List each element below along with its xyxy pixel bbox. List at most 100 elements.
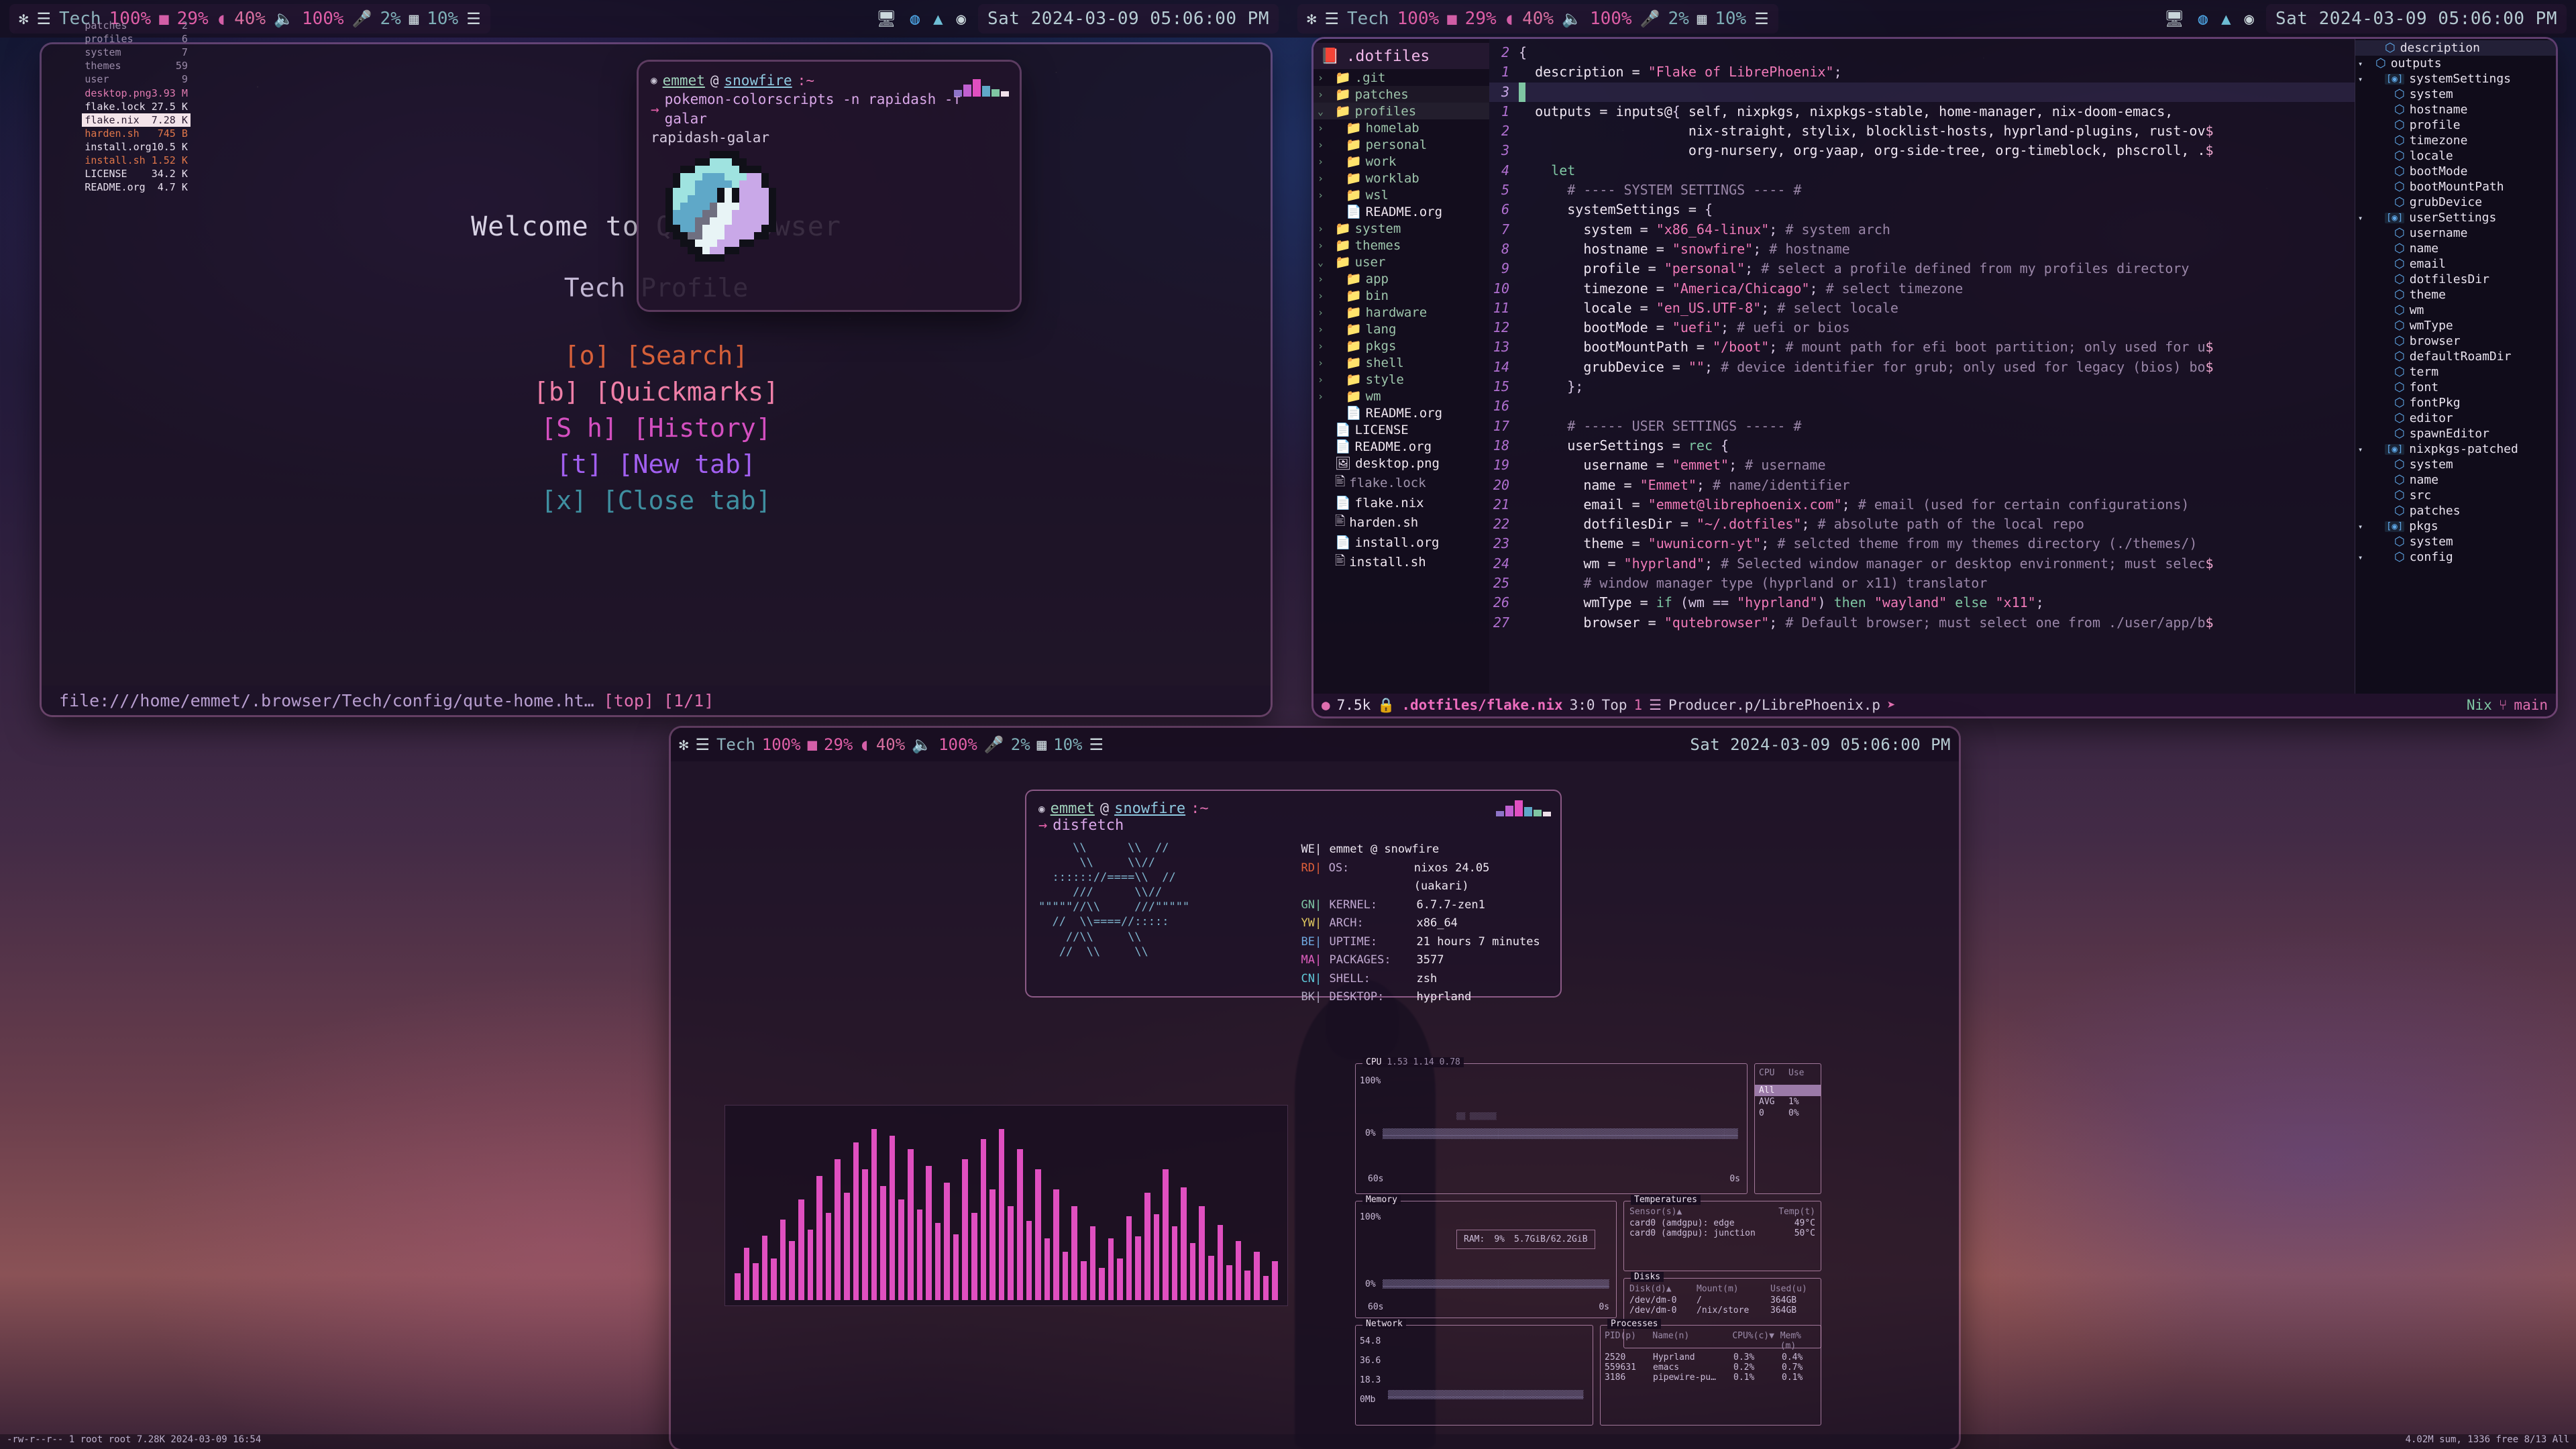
code-line[interactable]: 18 userSettings = rec { (1489, 436, 2355, 455)
code-line[interactable]: 4 let (1489, 161, 2355, 180)
btop-cpu-row[interactable]: AVG 1% (1755, 1096, 1821, 1108)
clock-right[interactable]: Sat 2024-03-09 05:06:00 PM (2266, 4, 2567, 34)
code-line[interactable]: 24 wm = "hyprland"; # Selected window ma… (1489, 554, 2355, 574)
chevron-icon[interactable]: › (1318, 290, 1327, 302)
outline-item-editor[interactable]: ⬡ editor (2355, 411, 2556, 426)
code-line[interactable]: 22 dotfilesDir = "~/.dotfiles"; # absolu… (1489, 515, 2355, 534)
code-line[interactable]: 8 hostname = "snowfire"; # hostname (1489, 239, 2355, 259)
chevron-icon[interactable]: ⌄ (1318, 105, 1327, 117)
chevron-icon[interactable]: › (1318, 357, 1327, 369)
outline-item-theme[interactable]: ⬡ theme (2355, 287, 2556, 303)
tree-item-lang[interactable]: › 📁 lang (1313, 321, 1489, 337)
outline-item-defaultroamdir[interactable]: ⬡ defaultRoamDir (2355, 349, 2556, 364)
triangle-icon[interactable]: ▾ (2358, 59, 2366, 68)
btop-temps-head-temp[interactable]: Temp(t) (1778, 1207, 1815, 1217)
outline-item-system[interactable]: ⬡ system (2355, 534, 2556, 549)
btop-cpu-row[interactable]: 0 0% (1755, 1108, 1821, 1119)
outline-item-systemsettings[interactable]: ▾ [◉] systemSettings (2355, 71, 2556, 87)
btop-temp-row[interactable]: card0 (amdgpu): junction 50°C (1629, 1228, 1815, 1238)
code-line[interactable]: 14 grubDevice = ""; # device identifier … (1489, 358, 2355, 377)
chevron-icon[interactable]: › (1318, 340, 1327, 352)
code-line[interactable]: 1 outputs = inputs@{ self, nixpkgs, nixp… (1489, 102, 2355, 121)
triangle-icon[interactable]: ▾ (2358, 445, 2366, 454)
chevron-icon[interactable]: › (1318, 307, 1327, 319)
chevron-icon[interactable]: › (1318, 72, 1327, 84)
code-line[interactable]: 3 org-nursery, org-yaap, org-side-tree, … (1489, 141, 2355, 160)
tree-item-hardware[interactable]: › 📁 hardware (1313, 304, 1489, 321)
btop-proc-head-pid[interactable]: PID(p) (1605, 1331, 1652, 1351)
chevron-icon[interactable]: › (1318, 390, 1327, 402)
outline-item-browser[interactable]: ⬡ browser (2355, 333, 2556, 349)
tree-item-readme-org[interactable]: 📄 README.org (1313, 203, 1489, 220)
link-quickmarks[interactable]: [b] [Quickmarks] (533, 377, 779, 407)
code-line[interactable]: 27 browser = "qutebrowser"; # Default br… (1489, 613, 2355, 633)
code-line[interactable]: 10 timezone = "America/Chicago"; # selec… (1489, 279, 2355, 299)
triangle-icon[interactable]: ▾ (2358, 74, 2366, 84)
btop-disk-row[interactable]: /dev/dm-0 / 364GB (1629, 1295, 1815, 1305)
tree-item-app[interactable]: › 📁 app (1313, 270, 1489, 287)
code-line[interactable]: 9 profile = "personal"; # select a profi… (1489, 259, 2355, 278)
table-row[interactable]: install.org 10.5 K (82, 140, 191, 154)
tree-item-system[interactable]: › 📁 system (1313, 220, 1489, 237)
tree-item-worklab[interactable]: › 📁 worklab (1313, 170, 1489, 186)
code-line[interactable]: 5 # ---- SYSTEM SETTINGS ---- # (1489, 180, 2355, 200)
outline-item-wmtype[interactable]: ⬡ wmType (2355, 318, 2556, 333)
link-new-tab[interactable]: [t] [New tab] (556, 449, 755, 479)
outline-item-grubdevice[interactable]: ⬡ grubDevice (2355, 195, 2556, 210)
code-line[interactable]: 25 # window manager type (hyprland or x1… (1489, 574, 2355, 593)
screenshare-off-icon[interactable]: 🖥 (2164, 11, 2184, 27)
chevron-icon[interactable]: › (1318, 273, 1327, 285)
tree-item-wsl[interactable]: › 📁 wsl (1313, 186, 1489, 203)
system-tray-left[interactable]: 🖥 ◍ ▲ ◉ (876, 11, 966, 27)
code-line[interactable]: 19 username = "emmet"; # username (1489, 455, 2355, 475)
table-row[interactable]: profiles 6 (82, 32, 191, 46)
wifi-icon[interactable]: ▲ (2221, 11, 2231, 27)
outline-item-pkgs[interactable]: ▾ [◉] pkgs (2355, 519, 2556, 534)
code-line[interactable]: 3 (1489, 82, 2355, 102)
outline-item-username[interactable]: ⬡ username (2355, 225, 2556, 241)
outline-item-src[interactable]: ⬡ src (2355, 488, 2556, 503)
btop-process-row[interactable]: 3186 pipewire-pu… 0.1% 0.1% (1605, 1373, 1817, 1383)
power-icon[interactable]: ◉ (2245, 11, 2254, 27)
table-row[interactable]: patches 2 (82, 19, 191, 32)
tree-item-homelab[interactable]: › 📁 homelab (1313, 119, 1489, 136)
tree-item-shell[interactable]: › 📁 shell (1313, 354, 1489, 371)
btop-temp-row[interactable]: card0 (amdgpu): edge 49°C (1629, 1218, 1815, 1228)
wifi-icon[interactable]: ▲ (933, 11, 943, 27)
tree-item-bin[interactable]: › 📁 bin (1313, 287, 1489, 304)
tree-item-patches[interactable]: › 📁 patches (1313, 86, 1489, 103)
tree-item-harden-sh[interactable]: 🖹 harden.sh (1313, 511, 1489, 534)
pokemon-terminal-window[interactable]: ◉ emmet @ snowfire:~ → pokemon-colorscript… (639, 62, 1020, 310)
chevron-icon[interactable]: › (1318, 239, 1327, 252)
chevron-icon[interactable]: › (1318, 139, 1327, 151)
btop-proc-head-mem[interactable]: Mem%(m) (1780, 1331, 1817, 1351)
code-line[interactable]: 1 description = "Flake of LibrePhoenix"; (1489, 62, 2355, 82)
outline-item-fontpkg[interactable]: ⬡ fontPkg (2355, 395, 2556, 411)
tree-item-user[interactable]: ⌄ 📁 user (1313, 254, 1489, 270)
chevron-icon[interactable]: ⌄ (1318, 256, 1327, 268)
outline-item-email[interactable]: ⬡ email (2355, 256, 2556, 272)
btop-process-row[interactable]: 559631 emacs 0.2% 0.7% (1605, 1362, 1817, 1373)
table-row[interactable]: flake.nix 7.28 K (82, 113, 191, 127)
tree-item-install-sh[interactable]: 🖹 install.sh (1313, 551, 1489, 574)
ranger-main-column[interactable]: patches 2 profiles 6 system 7 themes 59 user 9 des… (82, 19, 191, 221)
chevron-icon[interactable]: › (1318, 89, 1327, 101)
table-row[interactable]: README.org 4.7 K (82, 180, 191, 194)
btop-proc-head-cpu[interactable]: CPU%(c)▼ (1732, 1331, 1780, 1351)
tree-item-license[interactable]: 📄 LICENSE (1313, 421, 1489, 438)
clock-left[interactable]: Sat 2024-03-09 05:06:00 PM (978, 4, 1279, 34)
code-line[interactable]: 13 bootMountPath = "/boot"; # mount path… (1489, 337, 2355, 357)
btop-temps-head-sensor[interactable]: Sensor(s)▲ (1629, 1207, 1682, 1217)
btop-panel[interactable]: CPU 1.53 1.14 0.78 100% 0% ▒▒▒▒▒▒▒▒▒▒▒▒▒… (1355, 1057, 1848, 1429)
btop-disk-row[interactable]: /dev/dm-0/nix/store 364GB (1629, 1305, 1815, 1316)
outline-item-wm[interactable]: ⬡ wm (2355, 303, 2556, 318)
table-row[interactable]: LICENSE 34.2 K (82, 167, 191, 180)
screenshare-off-icon[interactable]: 🖥 (876, 11, 896, 27)
tree-item-flake-lock[interactable]: 🖹 flake.lock (1313, 472, 1489, 494)
code-line[interactable]: 23 theme = "uwunicorn-yt"; # selcted the… (1489, 534, 2355, 553)
btop-proc-head-name[interactable]: Name(n) (1652, 1331, 1732, 1351)
nvim-symbol-outline[interactable]: ⬡ description ▾ ⬡ outputs ▾ [◉] systemSettings ⬡… (2355, 39, 2556, 694)
tree-item-desktop-png[interactable]: 🖼 desktop.png (1313, 455, 1489, 472)
tree-item-pkgs[interactable]: › 📁 pkgs (1313, 337, 1489, 354)
outline-item-dotfilesdir[interactable]: ⬡ dotfilesDir (2355, 272, 2556, 287)
